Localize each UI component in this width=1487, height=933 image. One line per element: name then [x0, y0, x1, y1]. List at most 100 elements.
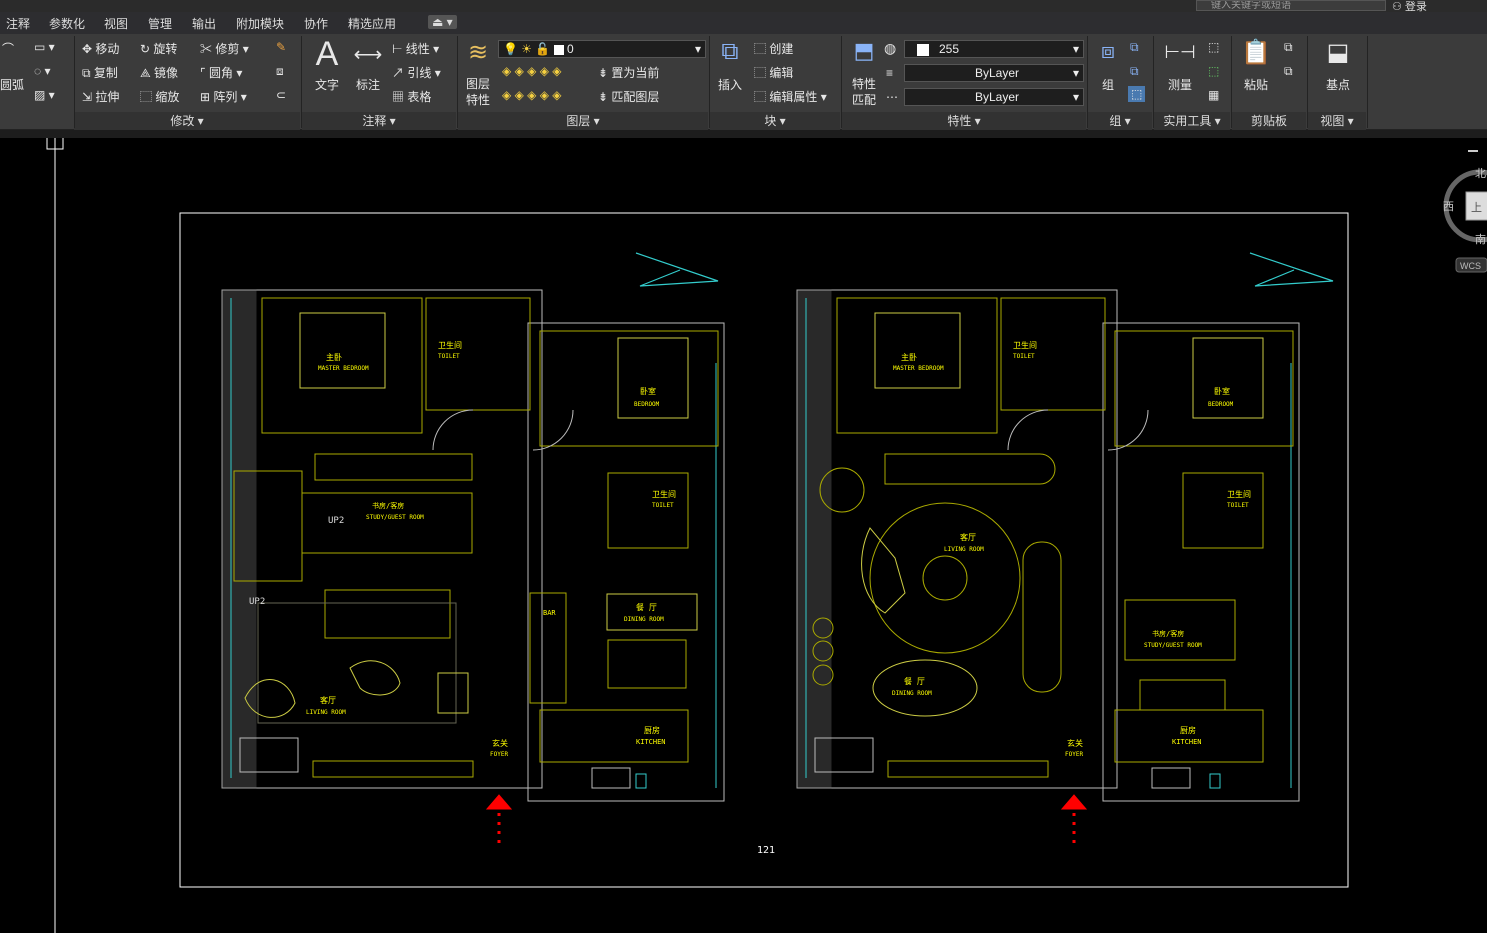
lineweight-dropdown[interactable]: ByLayer ▾ [904, 88, 1084, 106]
match-properties-button[interactable]: 特性 匹配 [848, 76, 880, 108]
block-panel-title[interactable]: 块 ▾ [710, 112, 840, 130]
plan-left-toilet-2 [607, 472, 689, 549]
menu-annotate[interactable]: 注释 [6, 15, 30, 32]
measure-button[interactable]: 测量 [1164, 76, 1196, 93]
menu-parametric[interactable]: 参数化 [49, 15, 85, 32]
explode-icon[interactable]: ⧈ [276, 64, 284, 79]
arc-icon[interactable]: ⌒ [2, 40, 14, 57]
paste-icon[interactable]: 📋 [1240, 38, 1272, 67]
create-block-button[interactable]: ⬚ 创建 [754, 40, 793, 57]
lineweight-icon[interactable]: ≡ [886, 66, 893, 80]
copy-button[interactable]: ⧉ 复制 [82, 64, 118, 81]
plan-left-label-toilet2-en: TOILET [652, 502, 674, 509]
plan-left-label-bedroom: 卧室 [640, 386, 656, 396]
rotate-button[interactable]: ↻ 旋转 [140, 40, 177, 57]
match-properties-icon[interactable]: ⬒ [848, 38, 880, 64]
arc-button[interactable]: 圆弧 [0, 76, 24, 93]
linetype-icon[interactable]: ⋯ [886, 90, 898, 104]
plan-right-sink [1209, 773, 1221, 789]
color-dropdown[interactable]: 255 ▾ [904, 40, 1084, 58]
chevron-down-icon: ▾ [1072, 66, 1079, 80]
ellipse-icon[interactable]: ◌ ▾ [34, 64, 51, 78]
quick-select-icon[interactable]: ⬚ [1208, 40, 1219, 54]
layers-panel-title[interactable]: 图层 ▾ [458, 112, 708, 130]
chevron-down-icon: ▾ [1072, 42, 1079, 56]
fillet-button[interactable]: ⌜ 圆角 ▾ [200, 64, 242, 81]
offset-icon[interactable]: ⊂ [276, 88, 286, 102]
plan-left-label-toilet2: 卫生间 [652, 489, 676, 499]
trim-button[interactable]: ✂ 修剪 ▾ [200, 40, 249, 57]
array-button[interactable]: ⊞ 阵列 ▾ [200, 88, 247, 105]
scale-button[interactable]: ⬚ 缩放 [140, 88, 179, 105]
hatch-icon[interactable]: ▨ ▾ [34, 88, 55, 102]
color-wheel-icon[interactable]: ◍ [884, 40, 896, 57]
linear-button[interactable]: ⊢ 线性 ▾ [392, 40, 439, 57]
plan-left-south-bench [312, 760, 474, 778]
plan-right-living-rug [869, 502, 1021, 654]
search-input[interactable]: 键入关键字或短语 [1196, 0, 1386, 11]
edit-block-button[interactable]: ⬚ 编辑 [754, 64, 793, 81]
insert-block-icon[interactable]: ⧉ [714, 38, 746, 66]
cut-icon[interactable]: ⧉ [1284, 40, 1293, 55]
paste-button[interactable]: 粘贴 [1240, 76, 1272, 93]
insert-button[interactable]: 插入 [714, 76, 746, 93]
plan-left-label-up-1: UP2 [328, 516, 344, 526]
sun-icon: ☀ [521, 42, 533, 56]
workspace-toggle-icon[interactable]: ⏏ ▾ [428, 15, 457, 29]
page-number: 121 [757, 845, 775, 856]
group-icon[interactable]: ⧈ [1094, 38, 1122, 64]
stretch-button[interactable]: ⇲ 拉伸 [82, 88, 119, 105]
mirror-button[interactable]: ⟁ 镜像 [140, 64, 178, 81]
dimension-icon[interactable]: ⟷ [352, 42, 384, 67]
layer-properties-icon[interactable]: ≋ [462, 38, 494, 67]
utilities-panel-title[interactable]: 实用工具 ▾ [1154, 112, 1230, 130]
menu-view[interactable]: 视图 [104, 15, 128, 32]
make-current-button[interactable]: ⇟ 置为当前 [598, 64, 659, 81]
move-button[interactable]: ✥ 移动 [82, 40, 119, 57]
dimension-button[interactable]: 标注 [352, 76, 384, 93]
drawing-canvas[interactable]: 上 北 西 南 WCS 121 主卧 MASTER BEDROOM 卫生间 TO… [0, 134, 1487, 933]
group-edit-icon[interactable]: ⧉ [1130, 64, 1139, 79]
edit-attributes-button[interactable]: ⬚ 编辑属性 ▾ [754, 88, 827, 105]
layer-tools-row2-icons[interactable]: ◈ ◈ ◈ ◈ ◈ [502, 88, 561, 102]
menu-manage[interactable]: 管理 [148, 15, 172, 32]
base-point-button[interactable]: 基点 [1318, 76, 1358, 93]
group-select-icon[interactable]: ⬚ [1128, 86, 1146, 102]
plan-right-entrance-arrow [1060, 794, 1088, 810]
match-layer-button[interactable]: ⇟ 匹配图层 [598, 88, 659, 105]
plan-left-entrance-arrow [485, 794, 513, 810]
plan-right-kitchen [1114, 709, 1264, 763]
erase-icon[interactable]: ✎ [276, 40, 286, 54]
plan-right-label-foyer-en: FOYER [1065, 751, 1083, 758]
linetype-dropdown[interactable]: ByLayer ▾ [904, 64, 1084, 82]
layer-dropdown[interactable]: 💡 ☀ 🔓 0 ▾ [498, 40, 706, 58]
view-panel-title[interactable]: 视图 ▾ [1308, 112, 1366, 130]
rectangle-icon[interactable]: ▭ ▾ [34, 40, 55, 54]
clipboard-panel-title[interactable]: 剪贴板 [1232, 112, 1306, 130]
text-icon[interactable]: A [312, 36, 342, 72]
plan-right-label-dining-en: DINING ROOM [892, 690, 932, 697]
wcs-label: WCS [1460, 261, 1481, 271]
ungroup-icon[interactable]: ⧉ [1130, 40, 1139, 55]
calculator-icon[interactable]: ▦ [1208, 88, 1219, 102]
layer-tools-row1-icons[interactable]: ◈ ◈ ◈ ◈ ◈ [502, 64, 561, 78]
copy-clip-icon[interactable]: ⧉ [1284, 64, 1293, 79]
plan-right-label-toilet-en: TOILET [1013, 353, 1035, 360]
table-button[interactable]: ▦ 表格 [392, 88, 431, 105]
properties-panel-title[interactable]: 特性 ▾ [842, 112, 1086, 130]
menu-output[interactable]: 输出 [192, 15, 216, 32]
groups-panel-title[interactable]: 组 ▾ [1088, 112, 1152, 130]
group-button[interactable]: 组 [1094, 76, 1122, 93]
annotation-panel-title[interactable]: 注释 ▾ [302, 112, 456, 130]
measure-icon[interactable]: ⊢⊣ [1164, 42, 1196, 63]
select-all-icon[interactable]: ⬚ [1208, 64, 1219, 78]
minimize-icon[interactable] [1468, 150, 1478, 152]
menu-addins[interactable]: 附加模块 [236, 15, 284, 32]
menu-featured-apps[interactable]: 精选应用 [348, 15, 396, 32]
menu-collaborate[interactable]: 协作 [304, 15, 328, 32]
leader-button[interactable]: ↗ 引线 ▾ [392, 64, 441, 81]
layer-properties-button[interactable]: 图层 特性 [462, 76, 494, 108]
base-point-icon[interactable]: ⬓ [1318, 38, 1358, 67]
modify-panel-title[interactable]: 修改 ▾ [74, 112, 300, 130]
text-button[interactable]: 文字 [312, 76, 342, 93]
